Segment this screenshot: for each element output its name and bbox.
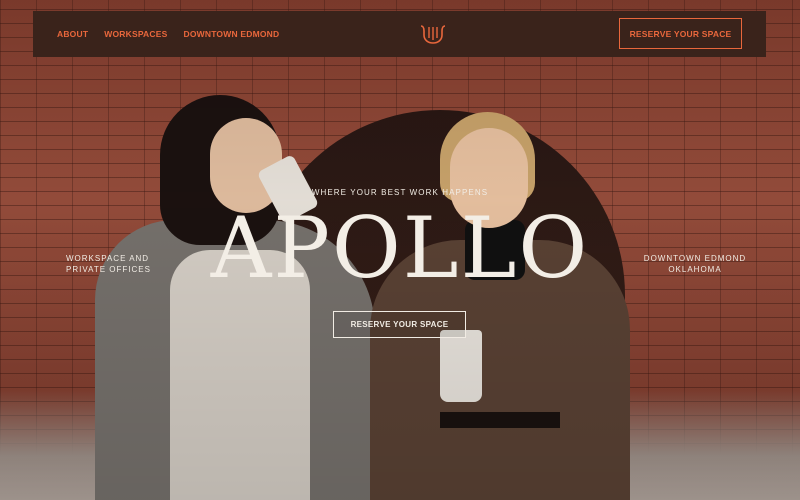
top-navigation: ABOUT WORKSPACES DOWNTOWN EDMOND RESERVE… xyxy=(33,11,766,57)
left-caption-line1: WORKSPACE AND xyxy=(66,254,150,263)
reserve-space-nav-button[interactable]: RESERVE YOUR SPACE xyxy=(619,18,742,49)
nav-link-about[interactable]: ABOUT xyxy=(57,29,88,39)
nav-link-downtown-edmond[interactable]: DOWNTOWN EDMOND xyxy=(183,29,279,39)
right-caption-line1: DOWNTOWN EDMOND xyxy=(643,254,747,263)
brand-title: APOLLO xyxy=(210,199,590,297)
reserve-space-hero-button[interactable]: RESERVE YOUR SPACE xyxy=(333,311,466,338)
hero-tagline: WHERE YOUR BEST WORK HAPPENS xyxy=(311,188,489,197)
hero-left-caption: WORKSPACE AND PRIVATE OFFICES xyxy=(66,253,151,275)
right-caption-line2: OKLAHOMA xyxy=(668,265,722,274)
hero-right-caption: DOWNTOWN EDMOND OKLAHOMA xyxy=(640,253,750,275)
nav-link-workspaces[interactable]: WORKSPACES xyxy=(104,29,167,39)
left-caption-line2: PRIVATE OFFICES xyxy=(66,265,151,274)
apollo-lyre-logo-icon[interactable] xyxy=(418,23,448,45)
